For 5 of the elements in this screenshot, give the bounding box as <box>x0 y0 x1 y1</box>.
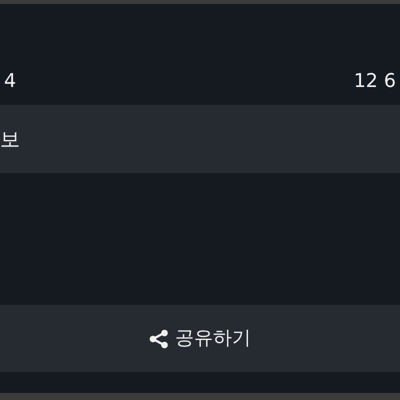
share-icon <box>149 328 169 348</box>
info-text: 4 <box>4 72 16 91</box>
date-text: 12 6 <box>354 72 396 91</box>
share-button[interactable]: 공유하기 <box>0 305 400 372</box>
section-title: 보 <box>0 129 20 149</box>
